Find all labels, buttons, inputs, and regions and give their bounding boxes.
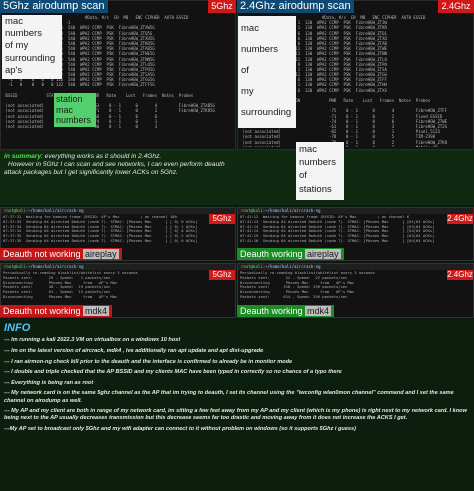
annotation-station-5ghz: station mac numbers bbox=[54, 93, 96, 127]
result-command: aireplay bbox=[305, 249, 341, 259]
result-status: Deauth working bbox=[240, 249, 306, 259]
annotation-word: surrounding bbox=[5, 52, 56, 64]
info-item: --- My network card is on the same 5ghz … bbox=[4, 390, 454, 404]
info-heading: INFO bbox=[4, 322, 31, 334]
annotation-bssid-24ghz: mac numbers of my surrounding bbox=[238, 16, 296, 128]
prompt-user: root@kali bbox=[241, 264, 263, 269]
info-item: --- Im running a kali 2022.3 VM on virtu… bbox=[4, 337, 181, 344]
summary-line-2: However in 5Ghz I can scan and see netwo… bbox=[8, 161, 225, 168]
result-status: Deauth working bbox=[240, 306, 306, 316]
summary-text: in summary: everything works as it shoul… bbox=[0, 150, 474, 205]
annotation-word: mac bbox=[241, 23, 259, 34]
annotation-word: numbers bbox=[5, 28, 42, 40]
terminal-line: (not associated) -84 0 - 1 0 7 Mobile AP bbox=[240, 145, 471, 147]
info-item: --- My AP and my client are both in rang… bbox=[4, 408, 467, 422]
result-label-working: Deauth working mdk4 bbox=[237, 305, 335, 317]
band-tag-5ghz: 5Ghz bbox=[208, 0, 236, 13]
terminal-line: Packets sent: 614 - Speed: 296 packets/s… bbox=[240, 294, 348, 299]
result-label-working: Deauth working aireplay bbox=[237, 248, 344, 260]
title-24ghz-scan: 2.4Ghz airodump scan bbox=[237, 0, 354, 13]
info-item: --- Everything is being ran as root bbox=[4, 379, 94, 386]
summary-line-3: attack packages but I get significantly … bbox=[4, 169, 178, 176]
annotation-word: numbers bbox=[299, 157, 336, 169]
terminal-line: (not associated) -80 0 - 1 0 3 bbox=[5, 123, 158, 129]
summary-line-1: : everything works as it should in 2.4Gh… bbox=[41, 153, 162, 160]
info-item: --- I ran airmon-ng check kill prior to … bbox=[4, 358, 293, 365]
annotation-word: numbers bbox=[56, 115, 92, 125]
band-tag: 2.4Ghz bbox=[447, 270, 473, 280]
result-label-not-working: Deauth not working mdk4 bbox=[0, 305, 113, 317]
annotation-word: mac bbox=[299, 144, 317, 155]
prompt-user: root@kali bbox=[241, 208, 263, 213]
band-tag: 5Ghz bbox=[209, 270, 235, 280]
band-tag-24ghz: 2.4Ghz bbox=[438, 0, 474, 13]
band-tag: 5Ghz bbox=[209, 214, 235, 224]
annotation-word: ap's bbox=[5, 64, 23, 76]
info-item: ---My AP set to broadcast only 5Ghz and … bbox=[4, 425, 357, 432]
title-5ghz-scan: 5Ghz airodump scan bbox=[0, 0, 108, 13]
info-item: --- I double and triple checked that the… bbox=[4, 369, 342, 376]
annotation-word: surrounding bbox=[241, 107, 292, 118]
annotation-word: my bbox=[241, 86, 254, 97]
result-command: aireplay bbox=[83, 249, 119, 259]
prompt-user: root@kali bbox=[4, 264, 26, 269]
annotation-bssid-5ghz: mac numbers of my surrounding ap's bbox=[2, 15, 62, 79]
terminal-output: Periodically re-reading blacklist/whitel… bbox=[238, 270, 473, 301]
result-command: mdk4 bbox=[305, 306, 332, 316]
terminal-line: 07:41:16 Sending 64 directed DeAuth (cod… bbox=[240, 238, 435, 243]
terminal-line: 07:37:35 Sending 64 directed DeAuth (cod… bbox=[3, 238, 198, 243]
terminal-output: 07:37:31 Waiting for beacon frame (BSSID… bbox=[1, 214, 235, 245]
annotation-word: of my bbox=[5, 40, 29, 52]
prompt-path: :~/home/kali/aircrack-ng bbox=[25, 264, 84, 269]
info-section: INFO --- Im running a kali 2022.3 VM on … bbox=[0, 320, 474, 491]
result-label-not-working: Deauth not working aireplay bbox=[0, 248, 122, 260]
info-item: --- Im on the latest version of aircrack… bbox=[4, 347, 264, 354]
annotation-word: of bbox=[299, 170, 307, 182]
annotation-word: station bbox=[56, 94, 83, 104]
terminal-line: (not associated) -79 0 - 1 0 2 FibreHGW_… bbox=[242, 139, 448, 145]
result-status: Deauth not working bbox=[3, 249, 84, 259]
result-status: Deauth not working bbox=[3, 306, 84, 316]
annotation-station-24ghz-lower: mac numbers of stations bbox=[296, 142, 344, 200]
result-command: mdk4 bbox=[83, 306, 110, 316]
annotation-word: stations bbox=[299, 183, 332, 195]
annotation-word: mac bbox=[56, 104, 74, 115]
annotation-word: mac bbox=[5, 16, 23, 27]
prompt-path: :~/home/kali/aircrack-ng bbox=[262, 208, 321, 213]
prompt-path: :~/home/kali/aircrack-ng bbox=[262, 264, 321, 269]
terminal-output: 07:41:12 Waiting for beacon frame (BSSID… bbox=[238, 214, 473, 245]
terminal-output: Periodically re-reading blacklist/whitel… bbox=[1, 270, 235, 301]
prompt-path: :~/home/kali/aircrack-ng bbox=[25, 208, 84, 213]
prompt-user: root@kali bbox=[4, 208, 26, 213]
terminal-line: (not associated) -71 0 - 1 0 2 FibreHGW_… bbox=[3, 108, 215, 114]
terminal-line: Disconnecting Phones Mac from AP's Mac bbox=[3, 294, 118, 299]
annotation-word: numbers bbox=[241, 44, 278, 55]
summary-label: in summary bbox=[4, 153, 42, 160]
band-tag: 2.4Ghz bbox=[447, 214, 473, 224]
annotation-word: of bbox=[241, 65, 249, 76]
